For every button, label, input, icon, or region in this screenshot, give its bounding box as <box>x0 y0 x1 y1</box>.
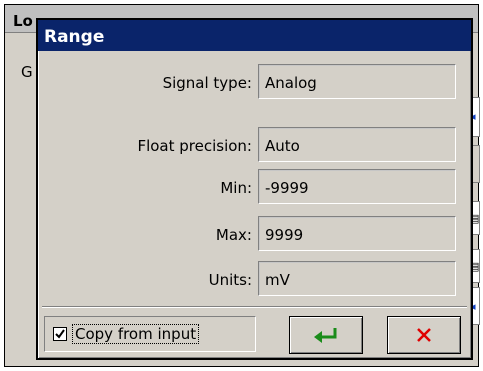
close-x-icon <box>417 328 431 342</box>
signal-type-field[interactable]: Analog <box>258 64 456 99</box>
ok-button[interactable] <box>289 316 363 354</box>
copy-from-input-option[interactable]: Copy from input <box>44 316 256 352</box>
cancel-button[interactable] <box>387 316 461 354</box>
units-field[interactable]: mV <box>258 261 456 296</box>
footer-separator <box>42 306 467 308</box>
max-field[interactable]: 9999 <box>258 216 456 251</box>
min-field[interactable]: -9999 <box>258 169 456 204</box>
dialog-title: Range <box>38 20 471 51</box>
min-label: Min: <box>220 179 252 197</box>
range-dialog: Range Signal type: Analog Float precisio… <box>36 18 473 360</box>
units-label: Units: <box>208 271 252 289</box>
float-precision-label: Float precision: <box>137 137 252 155</box>
float-precision-field[interactable]: Auto <box>258 127 456 162</box>
copy-from-input-checkbox[interactable] <box>53 327 67 341</box>
max-label: Max: <box>215 226 252 244</box>
enter-arrow-icon <box>314 328 337 343</box>
copy-from-input-label: Copy from input <box>72 324 200 344</box>
background-window-label: G <box>21 63 33 81</box>
signal-type-label: Signal type: <box>162 74 252 92</box>
checkmark-icon <box>55 329 65 339</box>
